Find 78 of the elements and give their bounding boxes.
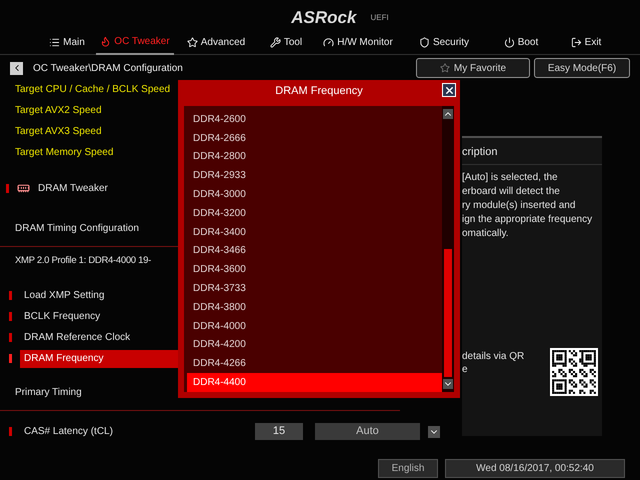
close-icon (444, 84, 454, 96)
nav-tab[interactable]: H/W Monitor (314, 30, 402, 55)
description-text: [Auto] is selected, the (462, 171, 559, 185)
language-button[interactable]: English (378, 459, 438, 478)
info-label: Target AVX3 Speed (15, 125, 102, 139)
frequency-option[interactable]: DDR4-4000 (187, 316, 442, 336)
row-marker-icon (9, 333, 12, 342)
option-dropdown[interactable]: Auto (315, 423, 420, 440)
frequency-option[interactable]: DDR4-3000 (187, 185, 442, 204)
frequency-option[interactable]: DDR4-3400 (187, 222, 442, 242)
row-marker-icon (9, 427, 12, 436)
frequency-option[interactable]: DDR4-2666 (187, 128, 442, 148)
frequency-option[interactable]: DDR4-3600 (187, 260, 442, 280)
nav-tab[interactable]: Tool (258, 30, 314, 55)
date-time-display: Wed 08/16/2017, 00:52:40 (445, 459, 625, 478)
dialog-title: DRAM Frequency (275, 84, 363, 99)
nav-tab[interactable]: Security (402, 30, 486, 55)
qr-hint-text: e (462, 363, 469, 376)
qr-code-icon (550, 348, 598, 396)
scroll-up-icon (443, 109, 453, 119)
row-marker-icon (9, 291, 12, 300)
frequency-option[interactable]: DDR4-4266 (187, 354, 442, 374)
value-field[interactable]: 15 (255, 423, 303, 440)
breadcrumb: OC Tweaker\DRAM Configuration (33, 62, 183, 76)
qr-hint-text: details via QR (462, 350, 524, 363)
frequency-option[interactable]: DDR4-3466 (187, 242, 442, 260)
nav-tab[interactable]: OC Tweaker (96, 30, 174, 55)
nav-tab[interactable]: Exit (556, 30, 616, 55)
frequency-option[interactable]: DDR4-3733 (187, 279, 442, 298)
frequency-option[interactable]: DDR4-3800 (187, 298, 442, 317)
dropdown-button[interactable] (428, 426, 440, 438)
description-text: ry module(s) inserted and (462, 199, 576, 213)
section-heading: Primary Timing (15, 386, 82, 400)
frequency-option[interactable]: DDR4-2933 (187, 166, 442, 186)
profile-text: XMP 2.0 Profile 1: DDR4-4000 19- (15, 254, 151, 268)
section-heading: DRAM Timing Configuration (15, 222, 139, 236)
row-marker-icon (9, 312, 12, 321)
wrench-icon (270, 37, 281, 48)
brand-logo: ASRock (291, 9, 356, 26)
row-marker-icon (6, 184, 9, 192)
frequency-option[interactable]: DDR4-3200 (187, 204, 442, 223)
list-icon (49, 37, 60, 48)
setting-item[interactable]: CAS# Latency (tCL) (20, 422, 180, 440)
exit-door-icon (570, 37, 582, 48)
memory-icon (17, 182, 30, 194)
info-label: Target CPU / Cache / BCLK Speed (15, 83, 170, 97)
submenu-item[interactable]: DRAM Tweaker (34, 180, 112, 196)
row-marker-icon (9, 354, 12, 363)
nav-tab[interactable]: Boot (486, 30, 556, 55)
frequency-option[interactable]: DDR4-4400 (187, 373, 442, 392)
info-label: Target Memory Speed (15, 146, 114, 160)
nav-tab[interactable]: Main (38, 30, 96, 55)
description-text: omatically. (462, 227, 510, 241)
gauge-icon (323, 37, 334, 48)
top-button[interactable]: Easy Mode(F6) (534, 58, 630, 78)
star-icon (440, 63, 450, 73)
top-button[interactable]: My Favorite (416, 58, 530, 78)
setting-item[interactable]: Load XMP Setting (20, 286, 180, 304)
back-button[interactable] (10, 62, 23, 74)
shield-icon (418, 37, 430, 48)
nav-tab[interactable]: Advanced (174, 30, 258, 55)
flame-icon (100, 36, 112, 47)
scrollbar[interactable] (442, 106, 454, 392)
frequency-option[interactable]: DDR4-4200 (187, 336, 442, 354)
close-button[interactable] (442, 83, 456, 97)
scroll-down-icon (443, 379, 453, 389)
power-icon (504, 37, 515, 48)
setting-item[interactable]: BCLK Frequency (20, 308, 180, 326)
frequency-option[interactable]: DDR4-2800 (187, 148, 442, 166)
info-label: Target AVX2 Speed (15, 104, 102, 118)
logo-suffix: UEFI (370, 12, 389, 24)
setting-item[interactable]: DRAM Frequency (20, 350, 180, 368)
setting-item[interactable]: DRAM Reference Clock (20, 328, 180, 346)
frequency-option[interactable]: DDR4-2600 (187, 110, 442, 129)
star-icon (186, 37, 198, 48)
description-text: ign the appropriate frequency (462, 213, 594, 227)
description-title: cription (462, 145, 498, 160)
description-text: erboard will detect the (462, 185, 561, 199)
